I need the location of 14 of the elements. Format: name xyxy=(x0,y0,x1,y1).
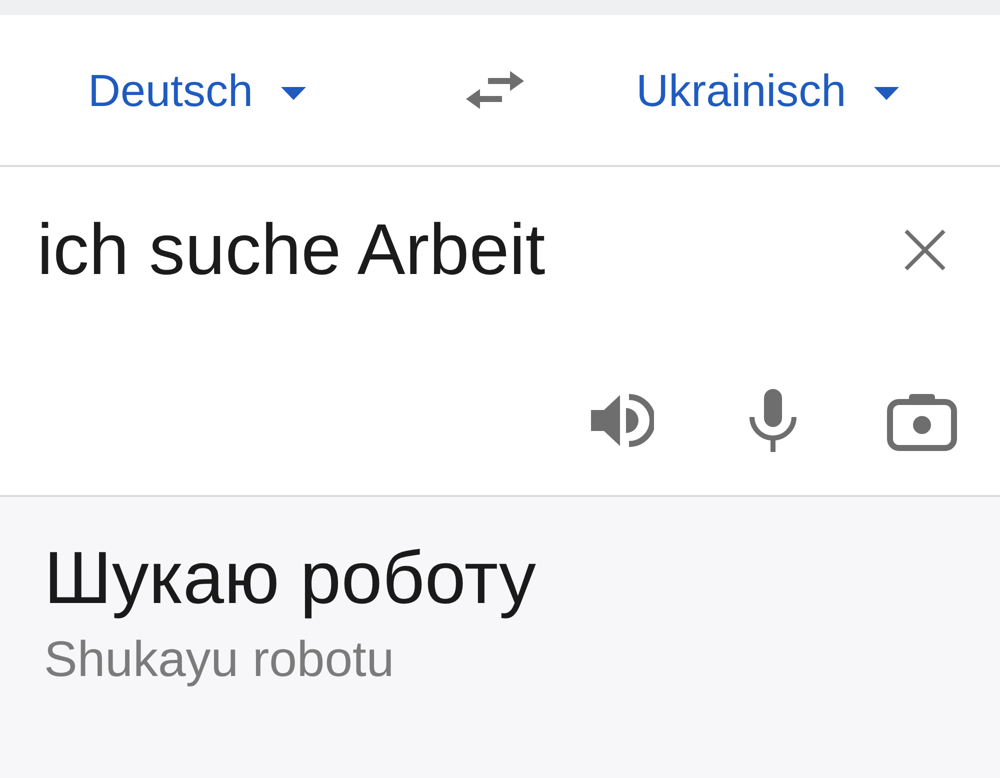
caret-icon xyxy=(281,86,306,100)
source-text-field[interactable]: ich suche Arbeit xyxy=(0,214,886,286)
caret-icon xyxy=(874,86,900,100)
microphone-button[interactable] xyxy=(748,388,798,453)
source-language-button[interactable]: Deutsch xyxy=(88,68,306,112)
swap-arrows-icon xyxy=(466,69,524,111)
close-icon xyxy=(904,229,946,271)
speaker-button[interactable] xyxy=(590,392,655,449)
transliteration-text: Shukayu robotu xyxy=(44,634,394,684)
target-language-button[interactable]: Ukrainisch xyxy=(636,68,900,112)
microphone-icon xyxy=(749,389,797,452)
speaker-icon xyxy=(591,393,654,448)
swap-languages-button[interactable] xyxy=(466,69,524,111)
clear-button[interactable] xyxy=(902,227,948,273)
